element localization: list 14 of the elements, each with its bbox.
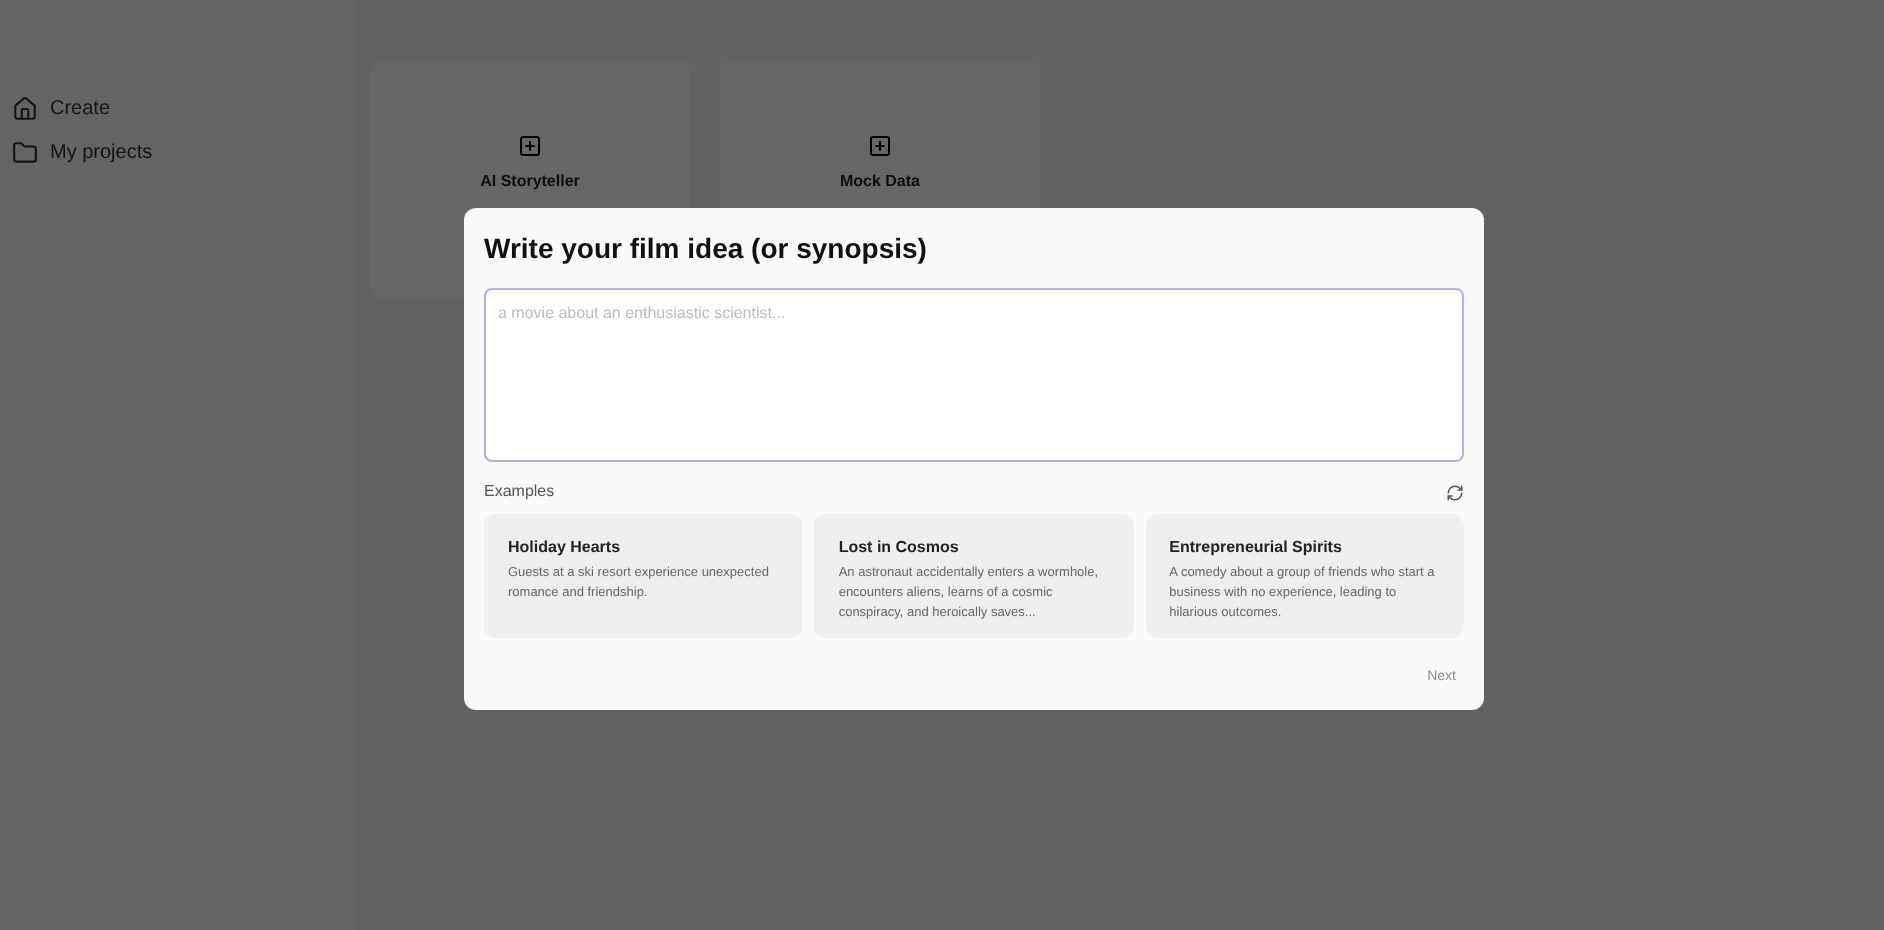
add-icon <box>868 134 892 158</box>
input-field[interactable]: a movie about an enthusiastic scientist... <box>484 288 1464 462</box>
example-title: Lost in Cosmos <box>838 536 961 560</box>
folder-icon <box>12 139 38 165</box>
examples-label: Examples <box>484 480 555 504</box>
example-title: Entrepreneurial Spirits <box>1169 536 1344 560</box>
refresh-icon[interactable] <box>1446 483 1464 501</box>
sidebar-item[interactable]: My projects <box>12 136 344 168</box>
sidebar-item[interactable]: Create <box>12 92 344 124</box>
card-title: Mock Data <box>839 170 920 194</box>
example-title: Holiday Hearts <box>508 536 623 560</box>
add-icon <box>518 134 542 158</box>
card-title: AI Storyteller <box>480 170 580 194</box>
home-icon <box>12 95 38 121</box>
